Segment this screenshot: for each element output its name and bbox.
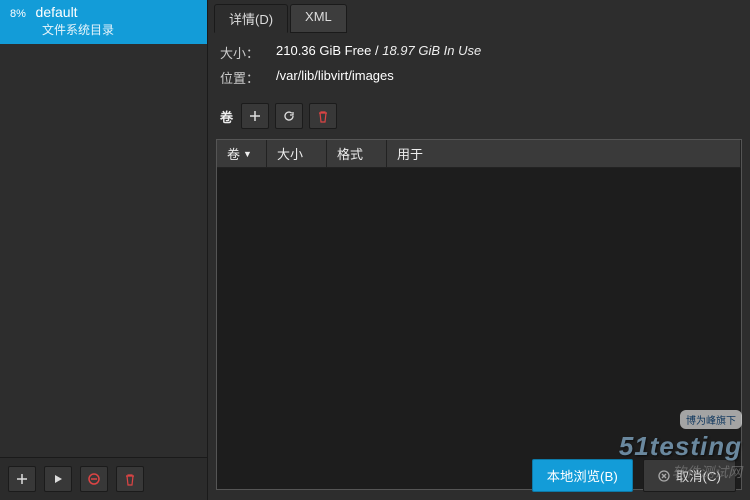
dialog-footer: 本地浏览(B) 取消(C): [532, 459, 736, 492]
size-sep: /: [371, 43, 382, 58]
start-pool-button[interactable]: [44, 466, 72, 492]
add-pool-button[interactable]: [8, 466, 36, 492]
plus-icon: [248, 109, 262, 123]
refresh-volumes-button[interactable]: [275, 103, 303, 129]
tab-details[interactable]: 详情(D): [214, 4, 288, 33]
volume-label: 卷: [220, 107, 233, 126]
stop-icon: [87, 472, 101, 486]
volumes-table: 卷▼ 大小 格式 用于: [216, 139, 742, 490]
pool-name: default: [36, 4, 78, 20]
add-volume-button[interactable]: [241, 103, 269, 129]
cancel-label: 取消(C): [676, 466, 721, 485]
location-value: /var/lib/libvirt/images: [276, 68, 394, 87]
size-row: 大小： 210.36 GiB Free / 18.97 GiB In Use: [214, 43, 744, 62]
browse-local-button[interactable]: 本地浏览(B): [532, 459, 633, 492]
size-value: 210.36 GiB Free / 18.97 GiB In Use: [276, 43, 481, 62]
stop-pool-button[interactable]: [80, 466, 108, 492]
pool-usage-percent: 8%: [10, 8, 26, 20]
col-format[interactable]: 格式: [327, 140, 387, 167]
table-header: 卷▼ 大小 格式 用于: [217, 140, 741, 168]
col-volume[interactable]: 卷▼: [217, 140, 267, 167]
location-label: 位置：: [220, 68, 276, 87]
play-icon: [52, 473, 64, 485]
browse-local-label: 本地浏览(B): [547, 466, 618, 485]
table-body: [217, 168, 741, 489]
size-free: 210.36 GiB Free: [276, 43, 371, 58]
plus-icon: [15, 472, 29, 486]
trash-icon: [317, 110, 329, 123]
size-label: 大小：: [220, 43, 276, 62]
trash-icon: [124, 473, 136, 486]
volume-toolbar: 卷: [214, 99, 744, 133]
sidebar: 8% default 文件系统目录: [0, 0, 208, 500]
cancel-icon: [658, 470, 670, 482]
delete-pool-button[interactable]: [116, 466, 144, 492]
cancel-button[interactable]: 取消(C): [643, 459, 736, 492]
col-volume-label: 卷: [227, 144, 240, 163]
chevron-down-icon: ▼: [243, 149, 252, 159]
tab-xml[interactable]: XML: [290, 4, 347, 33]
tabs: 详情(D) XML: [214, 4, 744, 33]
delete-volume-button[interactable]: [309, 103, 337, 129]
refresh-icon: [282, 109, 296, 123]
col-used-by[interactable]: 用于: [387, 140, 741, 167]
sidebar-toolbar: [0, 457, 207, 500]
location-row: 位置： /var/lib/libvirt/images: [214, 68, 744, 87]
main-panel: 详情(D) XML 大小： 210.36 GiB Free / 18.97 Gi…: [208, 0, 750, 500]
col-size[interactable]: 大小: [267, 140, 327, 167]
pool-item-default[interactable]: 8% default 文件系统目录: [0, 0, 207, 44]
size-used: 18.97 GiB In Use: [382, 43, 481, 58]
pool-list: 8% default 文件系统目录: [0, 0, 207, 457]
pool-type: 文件系统目录: [42, 21, 197, 38]
